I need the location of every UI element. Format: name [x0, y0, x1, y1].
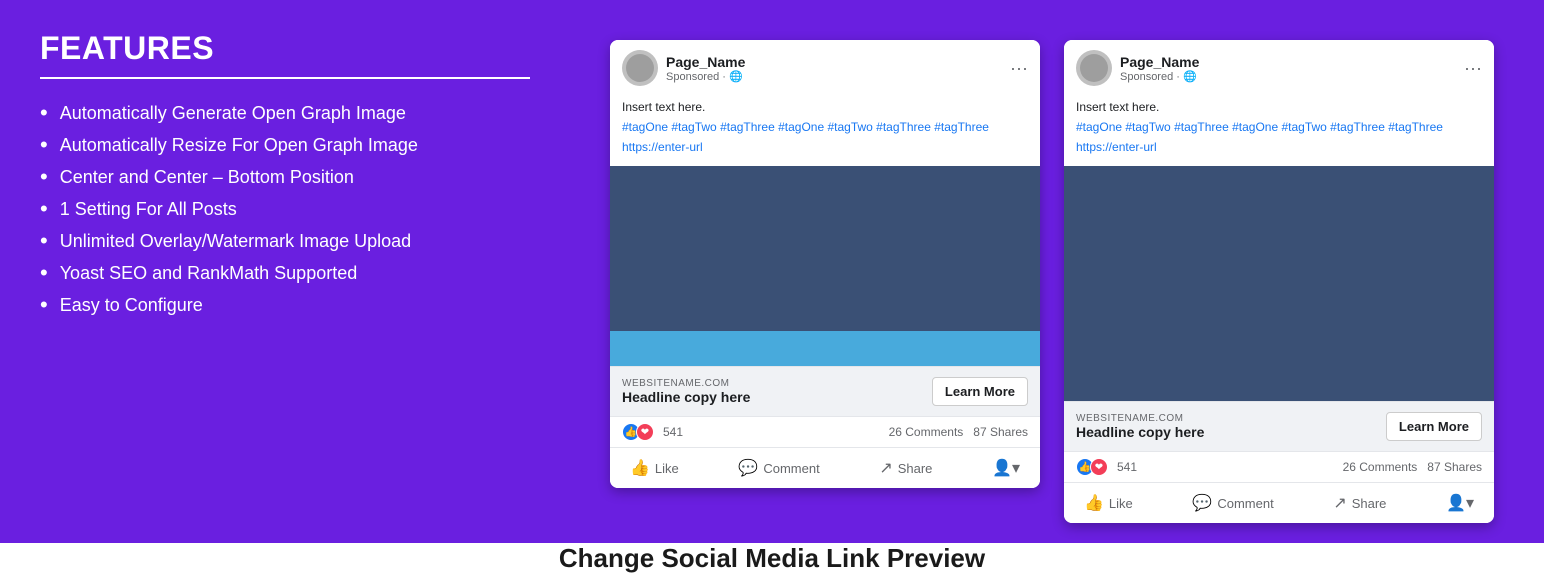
- learn-more-button-1[interactable]: Learn More: [932, 377, 1028, 406]
- features-title: FEATURES: [40, 30, 600, 67]
- avatar-1: [622, 50, 658, 86]
- fb-reactions-1: 👍 ❤ 541 26 Comments 87 Shares: [610, 416, 1040, 447]
- fb-image-area-1: [610, 166, 1040, 366]
- comment-label-1: Comment: [763, 461, 819, 476]
- list-item: Unlimited Overlay/Watermark Image Upload: [40, 225, 600, 257]
- love-icon-2: ❤: [1090, 458, 1108, 476]
- fb-actions-1: 👍 Like 💬 Comment ↗ Share 👤▾: [610, 447, 1040, 488]
- share-action-icon-2: ↗: [1333, 493, 1346, 513]
- tags-2: #tagOne #tagTwo #tagThree #tagOne #tagTw…: [1076, 118, 1482, 136]
- fb-card-2-header-left: Page_Name Sponsored · 🌐: [1076, 50, 1199, 86]
- fb-reactions-2: 👍 ❤ 541 26 Comments 87 Shares: [1064, 451, 1494, 482]
- share-button-2[interactable]: ↗ Share: [1325, 487, 1394, 519]
- comment-button-1[interactable]: 💬 Comment: [730, 452, 827, 484]
- fb-dots-1[interactable]: ···: [1010, 58, 1028, 79]
- fb-image-top-1: [610, 166, 1040, 331]
- share-label-1: Share: [898, 461, 933, 476]
- sponsored-1: Sponsored · 🌐: [666, 70, 745, 83]
- fb-actions-2: 👍 Like 💬 Comment ↗ Share 👤▾: [1064, 482, 1494, 523]
- fb-image-bottom-bar-1: [610, 331, 1040, 366]
- like-label-1: Like: [655, 461, 679, 476]
- list-item: 1 Setting For All Posts: [40, 193, 600, 225]
- main-container: FEATURES Automatically Generate Open Gra…: [0, 0, 1544, 500]
- list-item: Automatically Generate Open Graph Image: [40, 97, 600, 129]
- fb-card-2: Page_Name Sponsored · 🌐 ··· Insert text …: [1064, 40, 1494, 523]
- fb-post-text-2: Insert text here. #tagOne #tagTwo #tagTh…: [1064, 92, 1494, 166]
- fb-link-info-1: WEBSITENAME.COM Headline copy here: [622, 378, 750, 405]
- comment-button-2[interactable]: 💬 Comment: [1184, 487, 1281, 519]
- shares-count-2: 87 Shares: [1427, 460, 1482, 474]
- divider: [40, 77, 530, 79]
- comments-count-1: 26 Comments: [889, 425, 964, 439]
- fb-card-1-header-left: Page_Name Sponsored · 🌐: [622, 50, 745, 86]
- fb-card-1-header: Page_Name Sponsored · 🌐 ···: [610, 40, 1040, 92]
- fb-dots-2[interactable]: ···: [1464, 58, 1482, 79]
- fb-card-1: Page_Name Sponsored · 🌐 ··· Insert text …: [610, 40, 1040, 488]
- reaction-count-1: 541: [663, 425, 683, 439]
- like-label-2: Like: [1109, 496, 1133, 511]
- share-action-icon-1: ↗: [879, 458, 892, 478]
- bottom-banner: Change Social Media Link Preview: [0, 543, 1544, 574]
- profile-icon-1: 👤▾: [992, 458, 1020, 478]
- comments-count-2: 26 Comments: [1343, 460, 1418, 474]
- fb-link-info-2: WEBSITENAME.COM Headline copy here: [1076, 413, 1204, 440]
- reaction-count-2: 541: [1117, 460, 1137, 474]
- like-button-2[interactable]: 👍 Like: [1076, 487, 1141, 519]
- url-1: https://enter-url: [622, 138, 1028, 156]
- profile-icon-2: 👤▾: [1446, 493, 1474, 513]
- profile-button-2[interactable]: 👤▾: [1438, 487, 1482, 519]
- right-panel: Page_Name Sponsored · 🌐 ··· Insert text …: [600, 30, 1504, 523]
- avatar-inner-2: [1080, 54, 1108, 82]
- site-name-2: WEBSITENAME.COM: [1076, 413, 1204, 424]
- reaction-icons-1: 👍 ❤: [622, 423, 654, 441]
- fb-reactions-right-1: 26 Comments 87 Shares: [889, 425, 1028, 439]
- bottom-banner-text: Change Social Media Link Preview: [559, 543, 985, 574]
- insert-text-2: Insert text here.: [1076, 98, 1482, 116]
- fb-page-info-1: Page_Name Sponsored · 🌐: [666, 54, 745, 83]
- fb-page-info-2: Page_Name Sponsored · 🌐: [1120, 54, 1199, 83]
- like-button-1[interactable]: 👍 Like: [622, 452, 687, 484]
- shares-count-1: 87 Shares: [973, 425, 1028, 439]
- avatar-2: [1076, 50, 1112, 86]
- fb-image-area-2: [1064, 166, 1494, 401]
- features-list: Automatically Generate Open Graph Image …: [40, 97, 600, 321]
- list-item: Automatically Resize For Open Graph Imag…: [40, 129, 600, 161]
- like-action-icon-1: 👍: [630, 458, 650, 478]
- reaction-icons-2: 👍 ❤: [1076, 458, 1108, 476]
- comment-action-icon-1: 💬: [738, 458, 758, 478]
- insert-text-1: Insert text here.: [622, 98, 1028, 116]
- top-section: FEATURES Automatically Generate Open Gra…: [0, 0, 1544, 543]
- fb-link-preview-1: WEBSITENAME.COM Headline copy here Learn…: [610, 366, 1040, 416]
- fb-reactions-left-2: 👍 ❤ 541: [1076, 458, 1137, 476]
- headline-2: Headline copy here: [1076, 424, 1204, 440]
- tags-1: #tagOne #tagTwo #tagThree #tagOne #tagTw…: [622, 118, 1028, 136]
- list-item: Center and Center – Bottom Position: [40, 161, 600, 193]
- fb-reactions-right-2: 26 Comments 87 Shares: [1343, 460, 1482, 474]
- avatar-inner-1: [626, 54, 654, 82]
- page-name-1: Page_Name: [666, 54, 745, 70]
- fb-link-preview-2: WEBSITENAME.COM Headline copy here Learn…: [1064, 401, 1494, 451]
- page-name-2: Page_Name: [1120, 54, 1199, 70]
- site-name-1: WEBSITENAME.COM: [622, 378, 750, 389]
- fb-reactions-left-1: 👍 ❤ 541: [622, 423, 683, 441]
- url-2: https://enter-url: [1076, 138, 1482, 156]
- fb-post-text-1: Insert text here. #tagOne #tagTwo #tagTh…: [610, 92, 1040, 166]
- share-label-2: Share: [1352, 496, 1387, 511]
- profile-button-1[interactable]: 👤▾: [984, 452, 1028, 484]
- comment-action-icon-2: 💬: [1192, 493, 1212, 513]
- like-action-icon-2: 👍: [1084, 493, 1104, 513]
- sponsored-2: Sponsored · 🌐: [1120, 70, 1199, 83]
- learn-more-button-2[interactable]: Learn More: [1386, 412, 1482, 441]
- list-item: Easy to Configure: [40, 289, 600, 321]
- share-button-1[interactable]: ↗ Share: [871, 452, 940, 484]
- love-icon-1: ❤: [636, 423, 654, 441]
- left-panel: FEATURES Automatically Generate Open Gra…: [40, 30, 600, 523]
- comment-label-2: Comment: [1217, 496, 1273, 511]
- list-item: Yoast SEO and RankMath Supported: [40, 257, 600, 289]
- headline-1: Headline copy here: [622, 389, 750, 405]
- fb-card-2-header: Page_Name Sponsored · 🌐 ···: [1064, 40, 1494, 92]
